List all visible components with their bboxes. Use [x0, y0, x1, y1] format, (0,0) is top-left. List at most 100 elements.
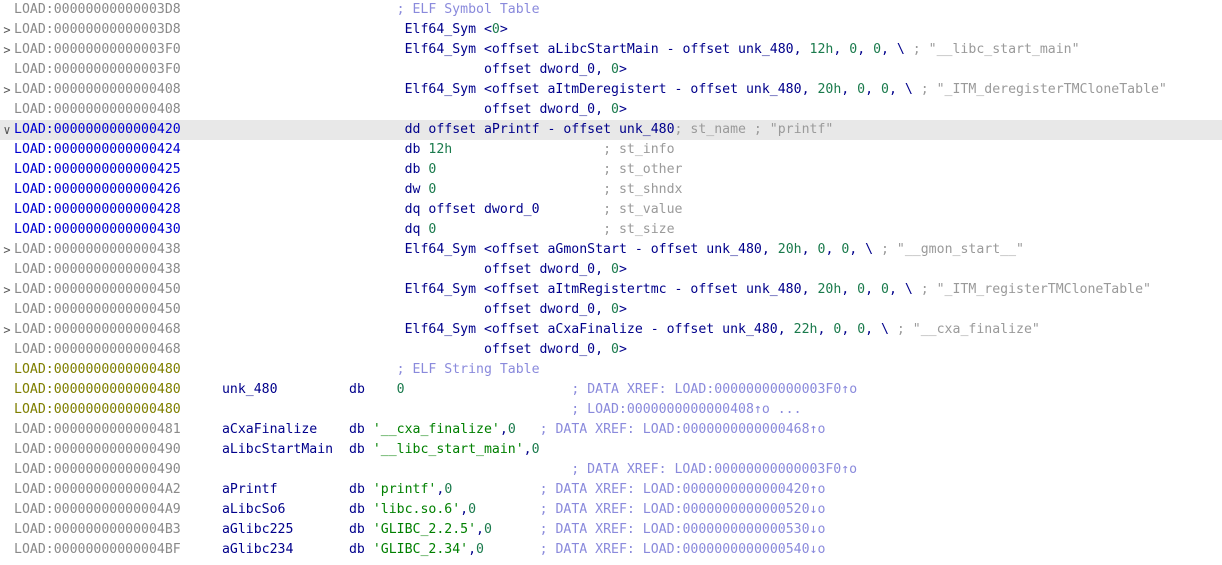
- disasm-row[interactable]: LOAD:0000000000000480 ; LOAD:00000000000…: [0, 400, 1222, 420]
- token-name[interactable]: dword_0: [484, 202, 540, 217]
- disasm-row[interactable]: LOAD:00000000000003F0 offset dword_0, 0>: [0, 60, 1222, 80]
- address-label: LOAD:0000000000000426: [14, 182, 181, 197]
- disasm-row[interactable]: > LOAD:00000000000003D8 Elf64_Sym <0>: [0, 20, 1222, 40]
- collapse-chevron-icon[interactable]: >: [0, 240, 14, 260]
- token-name[interactable]: aCxaFinalize: [214, 422, 317, 437]
- disasm-row[interactable]: LOAD:0000000000000468 offset dword_0, 0>: [0, 340, 1222, 360]
- expand-chevron-icon[interactable]: ∨: [0, 120, 14, 140]
- disasm-text: offset dword_0, 0>: [214, 260, 627, 280]
- disasm-row[interactable]: LOAD:0000000000000430 dq 0 ; st_size: [0, 220, 1222, 240]
- collapse-chevron-icon[interactable]: >: [0, 40, 14, 60]
- token-xref[interactable]: ; LOAD:0000000000000408↑o ...: [571, 402, 801, 417]
- disasm-row[interactable]: > LOAD:0000000000000438 Elf64_Sym <offset…: [0, 240, 1222, 260]
- collapse-chevron-icon[interactable]: >: [0, 80, 14, 100]
- token-kw: db: [349, 502, 373, 517]
- token-name[interactable]: aItmRegistertmc: [547, 282, 666, 297]
- token-num: 0: [857, 322, 866, 337]
- token-name[interactable]: aPrintf: [214, 482, 278, 497]
- token-name[interactable]: unk_480: [722, 322, 778, 337]
- disasm-row[interactable]: LOAD:00000000000004BF aGlibc234 db 'GLIB…: [0, 540, 1222, 560]
- address-label: LOAD:00000000000003D8: [14, 2, 181, 17]
- token-kw: dd offset: [404, 122, 484, 137]
- token-name[interactable]: dword_0: [540, 102, 596, 117]
- token-kw: Elf64_Sym <offset: [404, 42, 548, 57]
- token-kw: ,: [793, 42, 810, 57]
- token-num: 0: [857, 82, 866, 97]
- token-xref[interactable]: ; DATA XREF: LOAD:0000000000000468↑o: [540, 422, 826, 437]
- disasm-row[interactable]: LOAD:00000000000004B3 aGlibc225 db 'GLIB…: [0, 520, 1222, 540]
- token-name[interactable]: unk_480: [619, 122, 675, 137]
- token-name[interactable]: dword_0: [540, 62, 596, 77]
- token-kw: , \: [849, 242, 882, 257]
- token-kw: Elf64_Sym <offset: [404, 282, 548, 297]
- disasm-row-selected[interactable]: ∨ LOAD:0000000000000420 dd offset aPrintf…: [0, 120, 1222, 140]
- token-kw: db: [348, 522, 373, 537]
- disasm-text: dq offset dword_0 ; st_value: [214, 200, 683, 220]
- disasm-row[interactable]: > LOAD:0000000000000450 Elf64_Sym <offset…: [0, 280, 1222, 300]
- disasm-row[interactable]: LOAD:0000000000000480 unk_480 db 0 ; DAT…: [0, 380, 1222, 400]
- token-name[interactable]: aItmDeregistert: [547, 82, 666, 97]
- disasm-row[interactable]: LOAD:0000000000000408 offset dword_0, 0>: [0, 100, 1222, 120]
- token-name[interactable]: unk_480: [214, 382, 278, 397]
- disasm-row[interactable]: LOAD:0000000000000424 db 12h ; st_info: [0, 140, 1222, 160]
- disasm-row[interactable]: > LOAD:0000000000000408 Elf64_Sym <offset…: [0, 80, 1222, 100]
- disasm-row[interactable]: LOAD:0000000000000428 dq offset dword_0 …: [0, 200, 1222, 220]
- token-xref[interactable]: ; DATA XREF: LOAD:0000000000000530↓o: [540, 522, 826, 537]
- disasm-row[interactable]: > LOAD:00000000000003F0 Elf64_Sym <offset…: [0, 40, 1222, 60]
- token-xref[interactable]: ; DATA XREF: LOAD:0000000000000420↑o: [540, 482, 826, 497]
- token-name[interactable]: unk_480: [738, 42, 794, 57]
- token-name[interactable]: aCxaFinalize: [547, 322, 642, 337]
- token-name[interactable]: dword_0: [540, 342, 596, 357]
- disasm-row[interactable]: LOAD:0000000000000480 ; ELF String Table: [0, 360, 1222, 380]
- token-name[interactable]: aGlibc234: [214, 542, 293, 557]
- disasm-row[interactable]: LOAD:00000000000004A9 aLibcSo6 db 'libc.…: [0, 500, 1222, 520]
- token-num: 0: [857, 282, 866, 297]
- token-name[interactable]: aLibcSo6: [214, 502, 286, 517]
- token-name[interactable]: dword_0: [540, 302, 596, 317]
- token-cmt: ; st_value: [603, 202, 683, 217]
- disasm-text: ; ELF Symbol Table: [214, 0, 540, 20]
- token-kw: offset: [483, 102, 540, 117]
- token-name[interactable]: unk_480: [746, 82, 802, 97]
- token-kw: ,: [595, 102, 611, 117]
- token-kw: ,: [857, 42, 874, 57]
- token-name[interactable]: unk_480: [746, 282, 802, 297]
- disasm-row[interactable]: LOAD:0000000000000425 db 0 ; st_other: [0, 160, 1222, 180]
- token-xref[interactable]: ; DATA XREF: LOAD:0000000000000540↓o: [540, 542, 826, 557]
- token-name[interactable]: aGlibc225: [214, 522, 293, 537]
- disasm-row[interactable]: LOAD:0000000000000490 aLibcStartMain db …: [0, 440, 1222, 460]
- disasm-row[interactable]: LOAD:0000000000000426 dw 0 ; st_shndx: [0, 180, 1222, 200]
- token-kw: db: [349, 382, 373, 397]
- token-name[interactable]: aLibcStartMain: [214, 442, 333, 457]
- token-xref[interactable]: ; DATA XREF: LOAD:0000000000000520↓o: [540, 502, 826, 517]
- token-name[interactable]: aLibcStartMain: [547, 42, 658, 57]
- disasm-row[interactable]: LOAD:0000000000000481 aCxaFinalize db '_…: [0, 420, 1222, 440]
- token-cmt: ; st_info: [603, 142, 675, 157]
- disasm-row[interactable]: > LOAD:0000000000000468 Elf64_Sym <offset…: [0, 320, 1222, 340]
- disasm-row[interactable]: LOAD:0000000000000438 offset dword_0, 0>: [0, 260, 1222, 280]
- disassembly-listing[interactable]: LOAD:00000000000003D8 ; ELF Symbol Table…: [0, 0, 1222, 565]
- collapse-chevron-icon[interactable]: >: [0, 320, 14, 340]
- collapse-chevron-icon[interactable]: >: [0, 20, 14, 40]
- disasm-row[interactable]: LOAD:00000000000004A2 aPrintf db 'printf…: [0, 480, 1222, 500]
- token-name[interactable]: dword_0: [540, 262, 596, 277]
- token-name[interactable]: aGmonStart: [547, 242, 626, 257]
- address-label: LOAD:0000000000000481: [14, 422, 181, 437]
- token-xref[interactable]: ; DATA XREF: LOAD:00000000000003F0↑o: [571, 462, 857, 477]
- disasm-row[interactable]: LOAD:0000000000000450 offset dword_0, 0>: [0, 300, 1222, 320]
- token-xref[interactable]: ; DATA XREF: LOAD:00000000000003F0↑o: [571, 382, 857, 397]
- token-kw: offset: [483, 262, 540, 277]
- collapse-chevron-icon[interactable]: >: [0, 280, 14, 300]
- token-kw: ,: [841, 82, 858, 97]
- disasm-text: offset dword_0, 0>: [214, 100, 627, 120]
- disasm-row[interactable]: LOAD:00000000000003D8 ; ELF Symbol Table: [0, 0, 1222, 20]
- token-cmt: ; st_size: [603, 222, 675, 237]
- token-name[interactable]: unk_480: [706, 242, 762, 257]
- token-name[interactable]: aPrintf: [484, 122, 540, 137]
- disasm-row[interactable]: LOAD:0000000000000490 ; DATA XREF: LOAD:…: [0, 460, 1222, 480]
